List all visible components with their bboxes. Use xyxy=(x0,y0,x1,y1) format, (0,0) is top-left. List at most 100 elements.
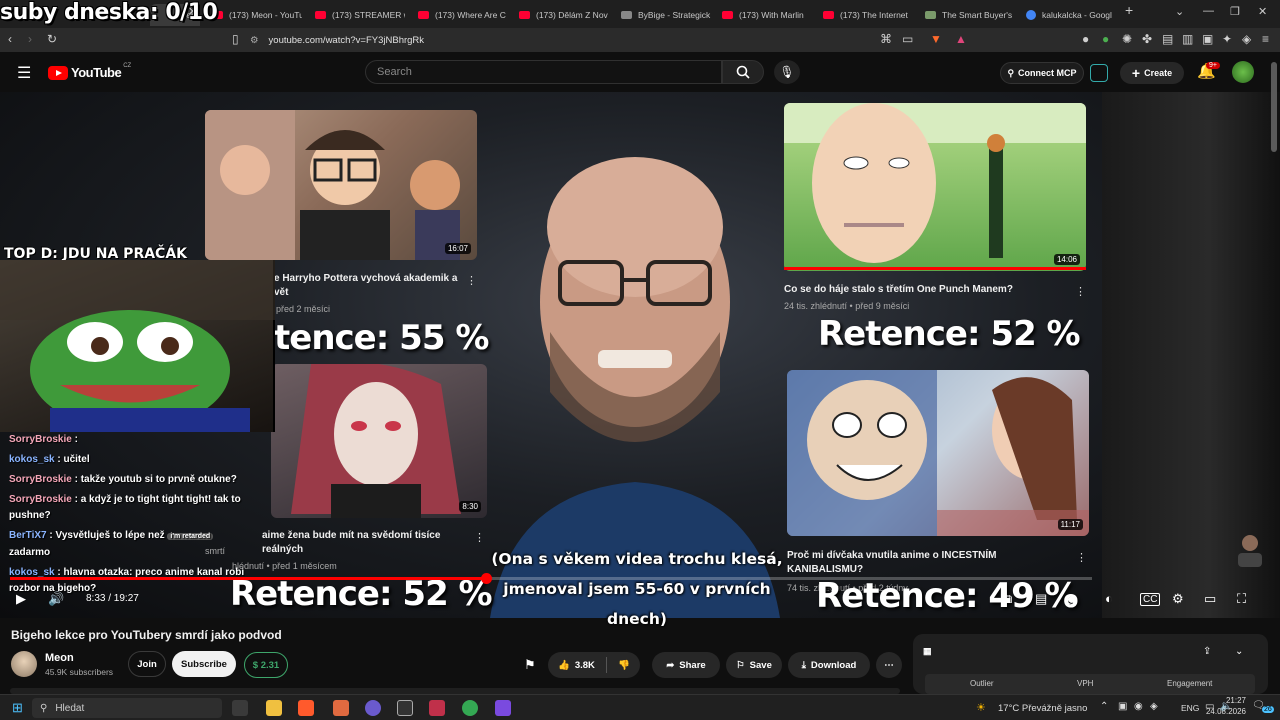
search-input[interactable]: Search xyxy=(365,60,722,84)
forward-icon[interactable]: › xyxy=(28,32,32,46)
page-scrollbar[interactable] xyxy=(1271,62,1277,152)
task-view-icon[interactable] xyxy=(232,700,248,716)
autoplay-toggle-icon[interactable]: ◐ xyxy=(1105,591,1113,606)
more-options-icon[interactable]: ⋮ xyxy=(466,274,477,287)
clock-date[interactable]: 24.08.2026 xyxy=(1200,707,1246,716)
chrome-icon[interactable] xyxy=(462,700,478,716)
card-4-title[interactable]: Proč mi dívčaka vnutila anime o INCESTNÍ… xyxy=(787,549,1067,577)
url-field[interactable]: ⚙ youtube.com/watch?v=FY3jNBhrgRk xyxy=(250,30,970,50)
tab-smart-buyer[interactable]: The Smart Buyer's xyxy=(925,4,1015,26)
channel-name[interactable]: Meon xyxy=(45,652,74,664)
vpn-icon[interactable]: ◈ xyxy=(1242,32,1251,46)
fullscreen-icon[interactable]: ⛶ xyxy=(1237,591,1246,607)
minimize-icon[interactable]: — xyxy=(1203,5,1214,17)
more-options-icon[interactable]: ⋮ xyxy=(474,531,485,544)
captions-cc-icon[interactable]: CC xyxy=(1140,593,1161,606)
share-button[interactable]: ➦ Share xyxy=(652,652,720,678)
thanks-button[interactable]: $ 2.31 xyxy=(244,652,288,678)
tab-list-chevron-icon[interactable]: ⌄ xyxy=(1175,5,1184,18)
play-icon[interactable]: ▶ xyxy=(16,591,26,607)
tab-where-are[interactable]: (173) Where Are C xyxy=(418,4,508,26)
settings-gear-icon[interactable]: ⚙ xyxy=(1172,591,1184,607)
site-info-icon[interactable]: ⚙ xyxy=(250,35,259,46)
wallet-icon[interactable]: ▣ xyxy=(1202,32,1213,46)
collapse-chevron-icon[interactable]: ⌄ xyxy=(1235,646,1243,657)
search-button[interactable] xyxy=(722,60,764,84)
menu-icon[interactable]: ≡ xyxy=(1262,32,1269,46)
subscribe-button[interactable]: Subscribe xyxy=(172,651,236,677)
reload-icon[interactable]: ↻ xyxy=(47,32,57,46)
more-options-icon[interactable]: ⋮ xyxy=(1075,285,1086,298)
new-tab-icon[interactable]: + xyxy=(1125,2,1133,18)
discord-icon[interactable] xyxy=(365,700,381,716)
brave-shield-icon[interactable]: ▼ xyxy=(930,32,942,46)
volume-icon[interactable]: 🔊 xyxy=(48,591,64,607)
obs-icon[interactable] xyxy=(397,700,413,716)
windows-start-icon[interactable]: ⊞ xyxy=(12,700,23,716)
translate-icon[interactable]: ⌘ xyxy=(880,32,892,46)
join-button[interactable]: Join xyxy=(128,651,166,677)
video-progress-bar[interactable] xyxy=(10,573,1092,584)
extension-icon[interactable]: ✺ xyxy=(1122,32,1132,46)
input-language[interactable]: ENG xyxy=(1181,703,1199,713)
voice-search-button[interactable]: 🎙 xyxy=(774,60,800,84)
download-button[interactable]: ⤓ Download xyxy=(788,652,870,678)
tab-internet[interactable]: (173) The Internet xyxy=(823,4,913,26)
cast-icon[interactable]: ▭ xyxy=(902,32,913,46)
youtube-logo[interactable]: YouTube CZ xyxy=(48,63,131,80)
export-icon[interactable]: ⇪ xyxy=(1203,646,1211,657)
window-close-icon[interactable]: ✕ xyxy=(1258,5,1267,18)
connect-mcp-button[interactable]: ⚲ Connect MCP xyxy=(1000,62,1084,84)
extensions-puzzle-icon[interactable]: ✤ xyxy=(1142,32,1152,46)
theater-mode-icon[interactable]: ▭ xyxy=(1204,591,1216,607)
leo-ai-icon[interactable]: ✦ xyxy=(1222,32,1232,46)
extension-icon[interactable]: ● xyxy=(1102,32,1109,46)
tray-app-icon[interactable]: ◉ xyxy=(1134,701,1143,712)
tab-streamer[interactable]: (173) STREAMER w xyxy=(315,4,405,26)
card-2-title[interactable]: Co se do háje stalo s třetím One Punch M… xyxy=(784,283,1064,297)
maximize-icon[interactable]: ❐ xyxy=(1230,5,1240,18)
save-button[interactable]: ⚐ Save xyxy=(726,652,782,678)
tab-google[interactable]: kalukalcka - Googl xyxy=(1026,4,1116,26)
extension-icon[interactable]: ● xyxy=(1082,32,1089,46)
weather-text[interactable]: 17°C Převážně jasno xyxy=(998,703,1087,714)
file-explorer-icon[interactable] xyxy=(266,700,282,716)
card-3-title[interactable]: aime žena bude mít na svědomí tisíce reá… xyxy=(262,529,472,557)
hamburger-menu-icon[interactable]: ☰ xyxy=(17,63,31,83)
tab-marlin[interactable]: (173) With Marlin xyxy=(722,4,812,26)
clock-time[interactable]: 21:27 xyxy=(1204,696,1246,705)
create-button[interactable]: + Create xyxy=(1120,62,1184,84)
thumbs-up-icon[interactable]: 👍 xyxy=(558,660,570,671)
thumbnail-card-2[interactable]: 14:06 xyxy=(784,103,1086,271)
screenshot-camera-icon[interactable]: ◉ xyxy=(1066,591,1077,607)
subtitles-panel-icon[interactable]: ▤ xyxy=(1035,591,1047,607)
tab-bybige[interactable]: ByBige - Strategick xyxy=(621,4,711,26)
tray-app-icon[interactable]: ◈ xyxy=(1150,701,1158,712)
like-count[interactable]: 3.8K xyxy=(575,660,595,671)
thumbnail-card-3[interactable]: 8:30 xyxy=(271,364,487,518)
app-icon[interactable] xyxy=(333,700,349,716)
card-1-title[interactable]: e Harryho Pottera vychová akademik a vět xyxy=(274,272,474,300)
thumbnail-card-4[interactable]: 11:17 xyxy=(787,370,1089,536)
sidebar-icon[interactable]: ▤ xyxy=(1162,32,1173,46)
brave-browser-icon[interactable] xyxy=(298,700,314,716)
tray-app-icon[interactable]: ▣ xyxy=(1118,701,1127,712)
scrubber-handle[interactable] xyxy=(481,573,493,584)
account-avatar[interactable] xyxy=(1232,61,1254,83)
taskbar-search[interactable]: ⚲ Hledat xyxy=(32,698,222,718)
back-icon[interactable]: ‹ xyxy=(8,32,12,46)
reading-list-icon[interactable]: ▥ xyxy=(1182,32,1193,46)
channel-avatar[interactable] xyxy=(11,651,37,677)
tab-meon[interactable]: (173) Meon - YouTu xyxy=(212,4,302,26)
brave-rewards-icon[interactable]: ▲ xyxy=(955,32,967,46)
app-icon[interactable] xyxy=(495,700,511,716)
more-options-icon[interactable]: ⋮ xyxy=(1076,551,1087,564)
more-actions-button[interactable]: ⋯ xyxy=(876,652,902,678)
bookmark-icon[interactable]: ▯ xyxy=(232,32,239,46)
app-icon[interactable] xyxy=(429,700,445,716)
tray-chevron-icon[interactable]: ⌃ xyxy=(1100,701,1108,712)
thumbs-down-icon[interactable]: 👎 xyxy=(618,660,630,671)
save-to-playlist-icon[interactable]: ⚑ xyxy=(524,657,536,673)
extension-logo-icon[interactable] xyxy=(1090,64,1108,82)
tab-delam[interactable]: (173) Dělám Z Nov xyxy=(519,4,609,26)
